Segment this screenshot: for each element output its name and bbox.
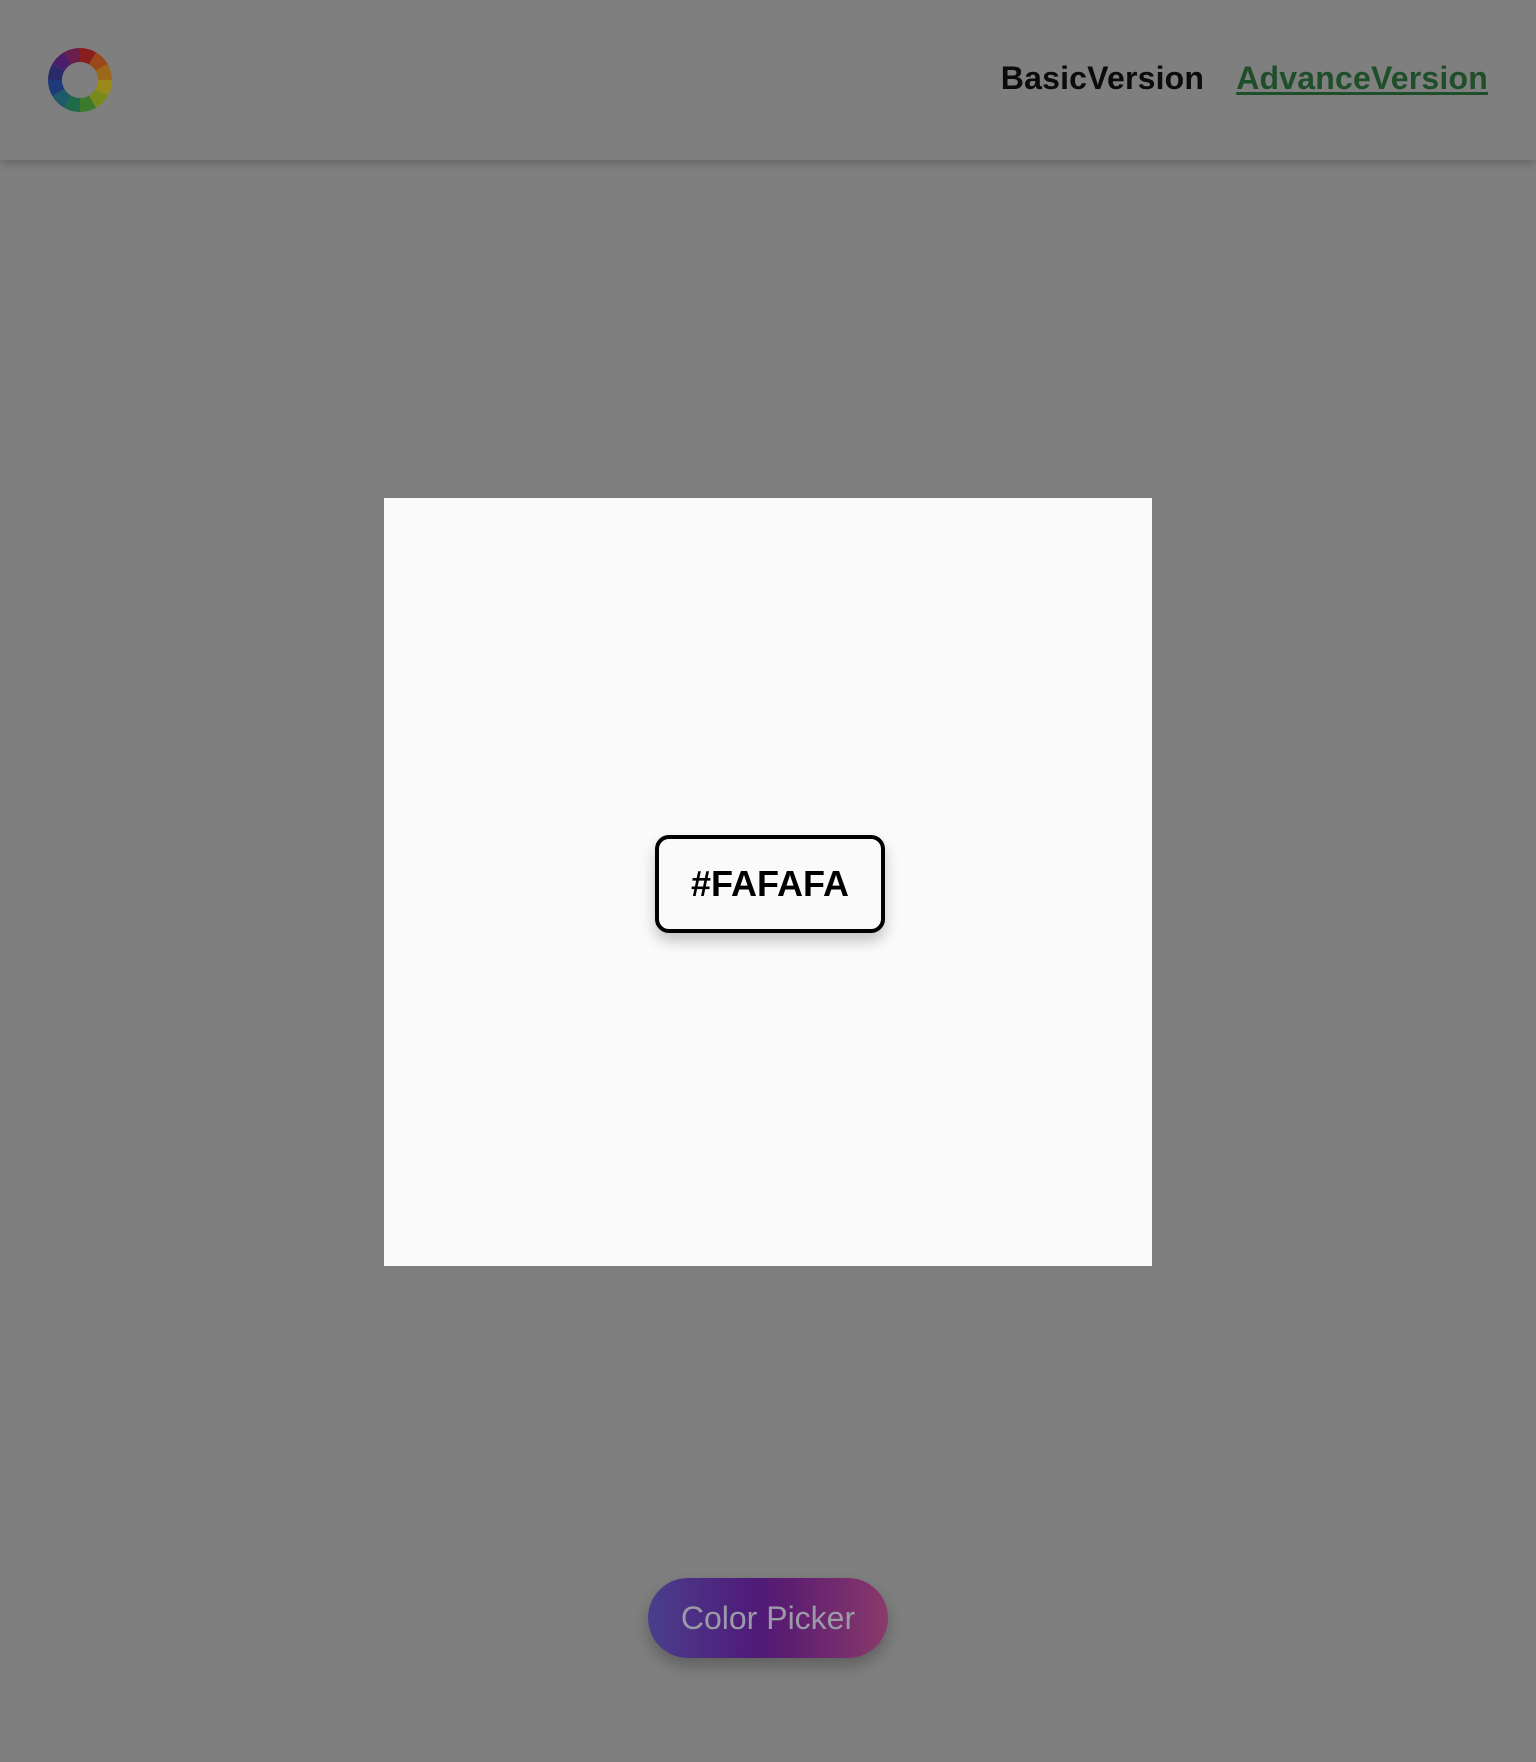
header: BasicVersion AdvanceVersion <box>0 0 1536 160</box>
color-preview: #FAFAFA <box>384 498 1152 1266</box>
color-picker-button[interactable]: Color Picker <box>648 1578 888 1658</box>
nav-basic-version[interactable]: BasicVersion <box>1001 60 1204 97</box>
color-wheel-icon[interactable] <box>47 47 113 113</box>
main-nav: BasicVersion AdvanceVersion <box>1001 60 1488 97</box>
hex-code-badge[interactable]: #FAFAFA <box>655 835 885 933</box>
nav-advance-version[interactable]: AdvanceVersion <box>1236 60 1488 97</box>
